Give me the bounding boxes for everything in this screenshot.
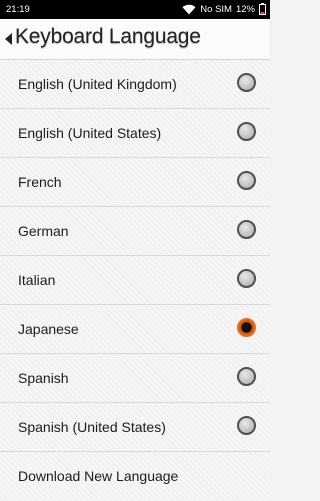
language-row-german[interactable]: German bbox=[0, 207, 270, 256]
radio-button-selected-icon[interactable] bbox=[237, 318, 256, 337]
network-status: No SIM bbox=[200, 3, 232, 15]
language-label: French bbox=[18, 174, 62, 190]
battery-percent: 12% bbox=[235, 3, 255, 15]
language-row-french[interactable]: French bbox=[0, 158, 270, 207]
language-row-spanish-us[interactable]: Spanish (United States) bbox=[0, 403, 270, 452]
language-label: Spanish bbox=[18, 370, 69, 386]
language-label: Italian bbox=[18, 272, 56, 288]
radio-button-icon[interactable] bbox=[237, 171, 256, 190]
radio-button-icon[interactable] bbox=[237, 269, 256, 288]
download-new-language-row[interactable]: Download New Language bbox=[0, 452, 270, 501]
language-row-english-uk[interactable]: English (United Kingdom) bbox=[0, 60, 270, 109]
radio-button-icon[interactable] bbox=[237, 122, 256, 141]
status-time: 21:19 bbox=[6, 4, 30, 15]
download-new-language-label: Download New Language bbox=[18, 468, 179, 484]
language-row-italian[interactable]: Italian bbox=[0, 256, 270, 305]
back-arrow-icon[interactable] bbox=[3, 32, 13, 46]
page-title: Keyboard Language bbox=[15, 25, 201, 48]
language-row-spanish[interactable]: Spanish bbox=[0, 354, 270, 403]
wifi-icon bbox=[182, 4, 196, 15]
status-bar: 21:19 No SIM 12% bbox=[0, 0, 270, 19]
language-label: German bbox=[18, 223, 69, 239]
title-bar: Keyboard Language bbox=[0, 19, 270, 60]
radio-button-icon[interactable] bbox=[237, 220, 256, 239]
language-label: Spanish (United States) bbox=[18, 419, 166, 435]
battery-icon bbox=[259, 3, 266, 15]
language-row-japanese[interactable]: Japanese bbox=[0, 305, 270, 354]
radio-button-icon[interactable] bbox=[237, 367, 256, 386]
language-row-english-us[interactable]: English (United States) bbox=[0, 109, 270, 158]
language-label: English (United Kingdom) bbox=[18, 76, 177, 92]
language-label: Japanese bbox=[18, 321, 79, 337]
radio-button-icon[interactable] bbox=[237, 416, 256, 435]
language-list: English (United Kingdom) English (United… bbox=[0, 60, 270, 501]
radio-button-icon[interactable] bbox=[237, 73, 256, 92]
language-label: English (United States) bbox=[18, 125, 162, 141]
status-indicators: No SIM 12% bbox=[182, 3, 266, 15]
